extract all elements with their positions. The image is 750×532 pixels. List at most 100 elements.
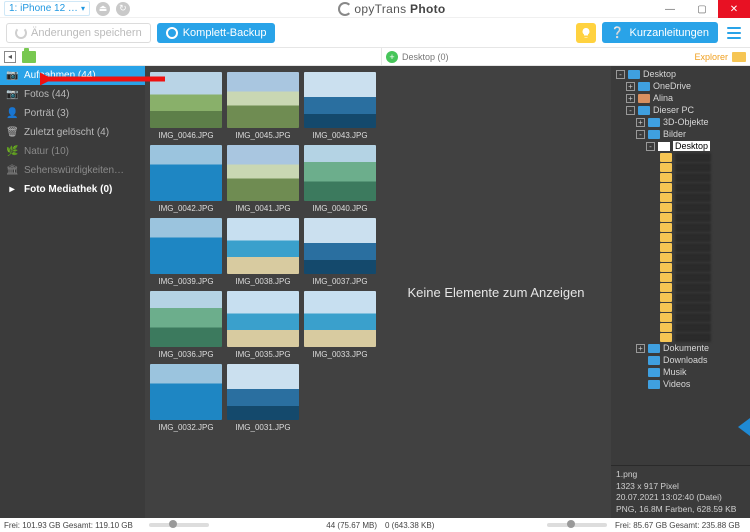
new-album-icon[interactable]	[22, 51, 36, 63]
sidebar-item[interactable]: 🏛Sehenswürdigkeiten…	[0, 161, 145, 180]
expand-toggle[interactable]: +	[636, 344, 645, 353]
quick-guides-button[interactable]: ❔ Kurzanleitungen	[602, 22, 718, 43]
folder-icon	[638, 82, 650, 91]
expand-toggle[interactable]: +	[636, 118, 645, 127]
sidebar-item-label: Aufnahmen (44)	[24, 70, 96, 81]
tree-row[interactable]: Downloads	[613, 354, 748, 366]
tree-row[interactable]	[643, 212, 748, 222]
folder-icon	[660, 163, 672, 172]
thumbnail-size-slider[interactable]	[149, 523, 209, 527]
sidebar-item[interactable]: 🗑Zuletzt gelöscht (4)	[0, 123, 145, 142]
tree-row[interactable]	[643, 222, 748, 232]
tree-row[interactable]	[643, 332, 748, 342]
tree-label	[675, 313, 711, 322]
save-changes-button[interactable]: Änderungen speichern	[6, 23, 151, 43]
tree-row[interactable]: -Desktop	[613, 140, 748, 152]
tree-row[interactable]	[643, 272, 748, 282]
drop-size-slider[interactable]	[547, 523, 607, 527]
main-content: 📷 Aufnahmen (44) 📷Fotos (44)👤Porträt (3)🗑Z…	[0, 66, 750, 532]
tree-row[interactable]	[643, 172, 748, 182]
tree-row[interactable]	[643, 242, 748, 252]
device-label: 1: iPhone 12 …	[9, 3, 78, 14]
folder-tree[interactable]: -Desktop + OneDrive+Alina-Dieser PC+3D-Obj…	[611, 66, 750, 465]
tree-row[interactable]: Videos	[613, 378, 748, 390]
tree-row[interactable]	[643, 312, 748, 322]
tree-row[interactable]	[643, 182, 748, 192]
thumbnail[interactable]: IMG_0031.JPG	[227, 364, 299, 432]
maximize-button[interactable]: ▢	[686, 0, 718, 18]
tree-row[interactable]	[643, 252, 748, 262]
sidebar-item[interactable]: 🌿Natur (10)	[0, 142, 145, 161]
tree-row[interactable]	[643, 292, 748, 302]
thumbnail[interactable]: IMG_0033.JPG	[304, 291, 376, 359]
collapse-explorer-handle[interactable]	[738, 418, 750, 436]
tree-row[interactable]	[643, 192, 748, 202]
sync-icon	[15, 27, 27, 39]
menu-button[interactable]	[724, 23, 744, 43]
album-icon: 🌿	[6, 146, 18, 157]
thumbnail[interactable]: IMG_0035.JPG	[227, 291, 299, 359]
thumbnail[interactable]: IMG_0046.JPG	[150, 72, 222, 140]
expand-toggle[interactable]: -	[646, 142, 655, 151]
tree-row[interactable]	[643, 282, 748, 292]
tree-row[interactable]	[643, 262, 748, 272]
sidebar-item[interactable]: 👤Porträt (3)	[0, 104, 145, 123]
thumbnail[interactable]: IMG_0042.JPG	[150, 145, 222, 213]
minimize-button[interactable]: —	[654, 0, 686, 18]
tips-button[interactable]	[576, 23, 596, 43]
tree-label: OneDrive	[653, 81, 691, 91]
expand-toggle[interactable]: -	[626, 106, 635, 115]
album-icon: 📷	[6, 70, 18, 81]
tree-row[interactable]	[643, 162, 748, 172]
thumbnail[interactable]: IMG_0038.JPG	[227, 218, 299, 286]
sidebar-item[interactable]: 📷Fotos (44)	[0, 85, 145, 104]
thumbnail[interactable]: IMG_0041.JPG	[227, 145, 299, 213]
tree-row[interactable]: -Desktop	[613, 68, 748, 80]
folder-icon	[660, 233, 672, 242]
thumbnail-image	[227, 72, 299, 128]
tree-row[interactable]	[643, 302, 748, 312]
sidebar-item[interactable]: ▸Foto Mediathek (0)	[0, 180, 145, 199]
eject-icon[interactable]: ⏏	[96, 2, 110, 16]
tree-label	[675, 213, 711, 222]
tree-row[interactable]: -Bilder	[613, 128, 748, 140]
sidebar-item-label: Foto Mediathek (0)	[24, 184, 112, 195]
thumbnail[interactable]: IMG_0036.JPG	[150, 291, 222, 359]
thumbnail[interactable]: IMG_0045.JPG	[227, 72, 299, 140]
tree-row[interactable]: +Alina	[613, 92, 748, 104]
expand-toggle[interactable]: +	[626, 94, 635, 103]
tree-row[interactable]: +Dokumente	[613, 342, 748, 354]
tree-row[interactable]	[643, 322, 748, 332]
tree-row[interactable]: + OneDrive	[613, 80, 748, 92]
folder-icon	[660, 313, 672, 322]
tree-row[interactable]	[643, 202, 748, 212]
collapse-sidebar-button[interactable]: ◂	[4, 51, 16, 63]
refresh-icon[interactable]: ↻	[116, 2, 130, 16]
drop-target-pane[interactable]: Keine Elemente zum Anzeigen	[381, 66, 611, 518]
toolbar: Änderungen speichern Komplett-Backup ❔ K…	[0, 18, 750, 48]
device-selector[interactable]: 1: iPhone 12 … ▾	[4, 1, 90, 16]
tree-row[interactable]	[643, 152, 748, 162]
tree-row[interactable]: Musik	[613, 366, 748, 378]
expand-toggle[interactable]: -	[616, 70, 625, 79]
thumbnail-image	[304, 72, 376, 128]
thumbnail[interactable]: IMG_0039.JPG	[150, 218, 222, 286]
explorer-toggle[interactable]: Explorer	[694, 52, 746, 62]
thumbnail-image	[227, 218, 299, 274]
desktop-album-chip[interactable]: + Desktop (0)	[386, 51, 449, 63]
thumbnail[interactable]: IMG_0032.JPG	[150, 364, 222, 432]
tree-row[interactable]: +3D-Objekte	[613, 116, 748, 128]
full-backup-button[interactable]: Komplett-Backup	[157, 23, 276, 43]
thumbnail[interactable]: IMG_0037.JPG	[304, 218, 376, 286]
sidebar-item[interactable]: 📷 Aufnahmen (44)	[0, 66, 145, 85]
tree-row[interactable]: -Dieser PC	[613, 104, 748, 116]
expand-toggle[interactable]: +	[626, 82, 635, 91]
thumbnail[interactable]: IMG_0043.JPG	[304, 72, 376, 140]
thumbnail[interactable]: IMG_0040.JPG	[304, 145, 376, 213]
drop-placeholder-text: Keine Elemente zum Anzeigen	[407, 285, 584, 300]
thumbnail-image	[227, 145, 299, 201]
tree-row[interactable]	[643, 232, 748, 242]
close-button[interactable]: ✕	[718, 0, 750, 18]
thumbnail-pane[interactable]: IMG_0046.JPGIMG_0045.JPGIMG_0043.JPGIMG_…	[145, 66, 381, 518]
expand-toggle[interactable]: -	[636, 130, 645, 139]
